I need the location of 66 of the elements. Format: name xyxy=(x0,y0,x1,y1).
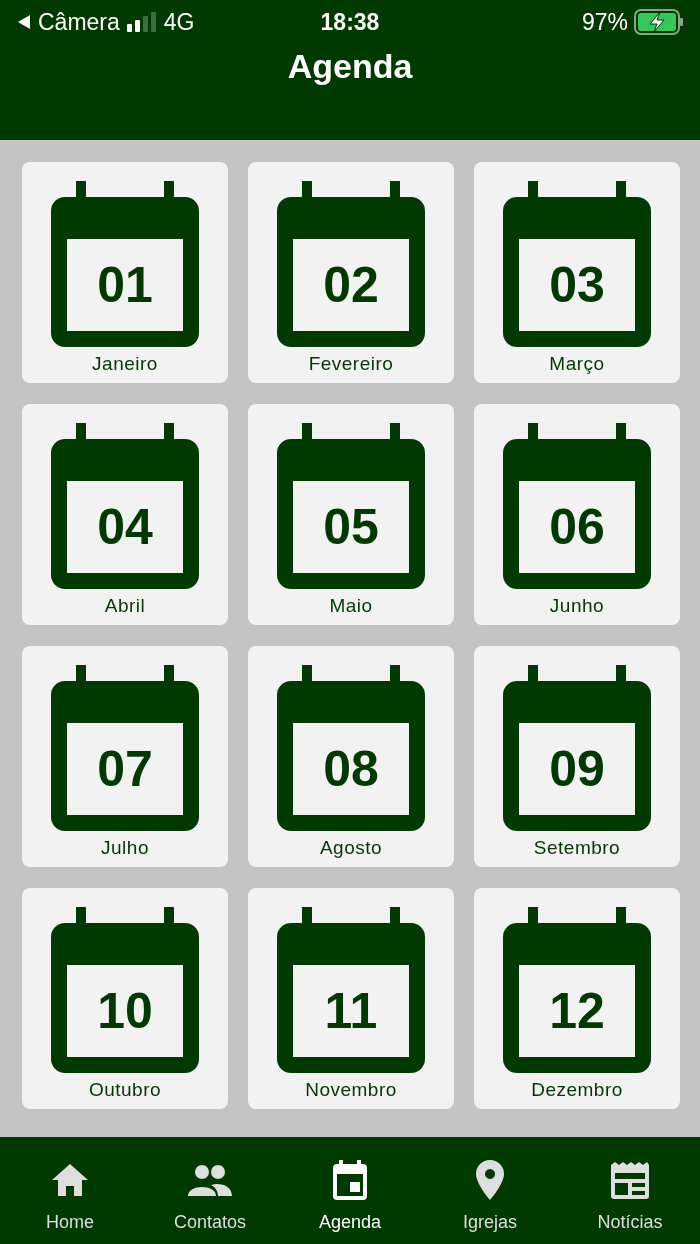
month-number: 06 xyxy=(549,502,605,552)
month-card[interactable]: 02 Fevereiro xyxy=(248,162,454,383)
location-pin-icon xyxy=(475,1160,505,1200)
calendar-icon xyxy=(51,423,199,589)
month-number: 04 xyxy=(97,502,153,552)
month-name: Agosto xyxy=(319,836,383,860)
month-name: Fevereiro xyxy=(308,352,394,376)
calendar-icon xyxy=(277,181,425,347)
calendar-icon xyxy=(277,907,425,1073)
people-icon xyxy=(187,1164,233,1196)
month-number: 02 xyxy=(323,260,379,310)
calendar-icon xyxy=(51,907,199,1073)
month-card[interactable]: 04 Abril xyxy=(22,404,228,625)
home-icon xyxy=(50,1162,90,1198)
month-card[interactable]: 05 Maio xyxy=(248,404,454,625)
month-name: Outubro xyxy=(88,1078,162,1102)
page-title: Agenda xyxy=(287,46,413,87)
tab-item[interactable]: Home xyxy=(0,1159,140,1233)
clock: 18:38 xyxy=(320,7,380,37)
month-number: 08 xyxy=(323,744,379,794)
month-card[interactable]: 08 Agosto xyxy=(248,646,454,867)
month-card[interactable]: 10 Outubro xyxy=(22,888,228,1109)
month-number: 01 xyxy=(97,260,153,310)
calendar-icon xyxy=(503,181,651,347)
network-label: 4G xyxy=(163,7,195,37)
month-card[interactable]: 11 Novembro xyxy=(248,888,454,1109)
back-icon[interactable] xyxy=(16,14,32,30)
month-card[interactable]: 03 Março xyxy=(474,162,680,383)
month-number: 07 xyxy=(97,744,153,794)
month-name: Novembro xyxy=(305,1078,397,1102)
month-card[interactable]: 12 Dezembro xyxy=(474,888,680,1109)
month-name: Setembro xyxy=(533,836,621,860)
calendar-icon xyxy=(51,665,199,831)
month-name: Janeiro xyxy=(92,352,158,376)
month-number: 11 xyxy=(324,986,378,1036)
calendar-icon xyxy=(503,665,651,831)
month-name: Julho xyxy=(101,836,149,860)
tab-item[interactable]: Igrejas xyxy=(420,1159,560,1233)
calendar-icon xyxy=(503,907,651,1073)
month-name: Dezembro xyxy=(531,1078,623,1102)
tab-item[interactable]: Notícias xyxy=(560,1159,700,1233)
month-card[interactable]: 01 Janeiro xyxy=(22,162,228,383)
calendar-icon xyxy=(51,181,199,347)
month-card[interactable]: 06 Junho xyxy=(474,404,680,625)
month-number: 05 xyxy=(323,502,379,552)
month-number: 09 xyxy=(549,744,605,794)
month-card[interactable]: 07 Julho xyxy=(22,646,228,867)
calendar-icon xyxy=(277,423,425,589)
month-name: Junho xyxy=(549,594,605,618)
month-name: Maio xyxy=(329,594,373,618)
newspaper-icon xyxy=(610,1161,650,1199)
signal-icon xyxy=(125,11,158,33)
battery-icon xyxy=(634,9,684,35)
month-card[interactable]: 09 Setembro xyxy=(474,646,680,867)
month-name: Março xyxy=(549,352,605,376)
back-app-label[interactable]: Câmera xyxy=(38,4,120,40)
tab-item[interactable]: Agenda xyxy=(280,1159,420,1233)
battery-percent: 97% xyxy=(581,7,628,37)
calendar-icon xyxy=(277,665,425,831)
month-number: 03 xyxy=(549,260,605,310)
calendar-icon xyxy=(503,423,651,589)
month-number: 10 xyxy=(97,986,153,1036)
month-number: 12 xyxy=(549,986,605,1036)
calendar-icon xyxy=(332,1160,368,1200)
tab-item[interactable]: Contatos xyxy=(140,1159,280,1233)
month-name: Abril xyxy=(104,594,146,618)
